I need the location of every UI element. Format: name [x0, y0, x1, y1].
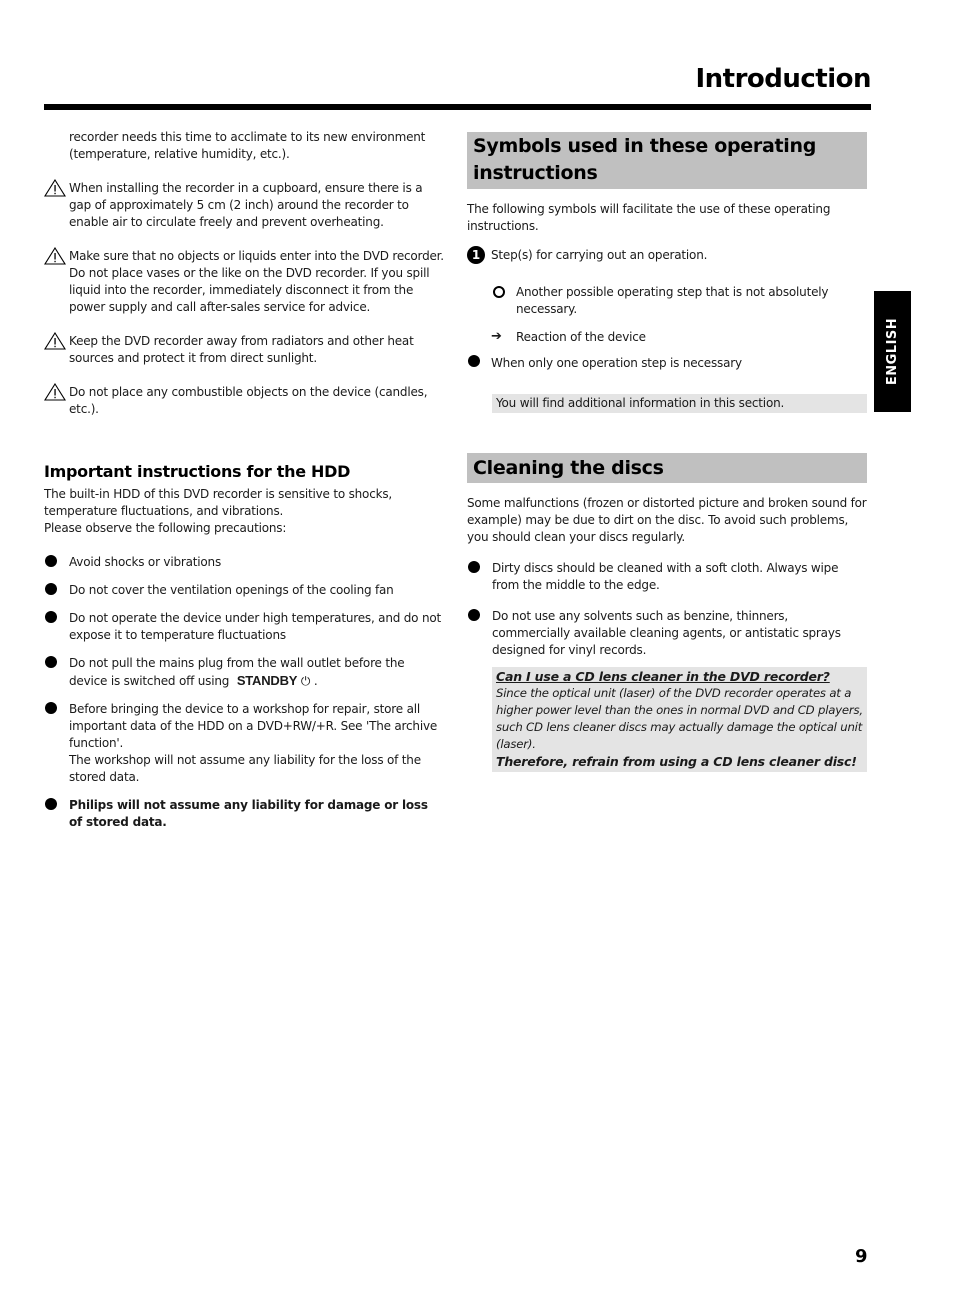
language-tab-label: ENGLISH: [885, 317, 901, 386]
left-column: recorder needs this time to acclimate to…: [44, 129, 444, 831]
list-item-text: Before bringing the device to a workshop…: [69, 702, 438, 750]
symbol-single-text: When only one operation step is necessar…: [491, 356, 742, 370]
bullet-icon: [45, 798, 57, 810]
language-tab: ENGLISH: [874, 291, 911, 412]
warning-triangle-icon: [44, 332, 66, 350]
list-item: Do not operate the device under high tem…: [44, 610, 444, 644]
info-box: You will find additional information in …: [492, 394, 867, 413]
bullet-icon: [45, 583, 57, 595]
page-title: Introduction: [695, 64, 871, 94]
step-number-icon: 1: [467, 246, 485, 264]
hdd-section: Important instructions for the HDD The b…: [44, 462, 444, 831]
bullet-icon: [468, 609, 480, 621]
warning-item: Make sure that no objects or liquids ent…: [44, 247, 444, 316]
warning-item: Keep the DVD recorder away from radiator…: [44, 332, 444, 367]
list-item: Avoid shocks or vibrations: [44, 554, 444, 571]
standby-key-label: STANDBY: [236, 673, 298, 688]
warning-text: Make sure that no objects or liquids ent…: [69, 249, 444, 314]
list-item-text: Do not operate the device under high tem…: [69, 611, 441, 642]
hdd-heading: Important instructions for the HDD: [44, 462, 351, 481]
warning-triangle-icon: [44, 179, 66, 197]
bullet-icon: [468, 355, 480, 367]
list-item: Do not use any solvents such as benzine,…: [467, 608, 867, 659]
qa-conclusion: Therefore, refrain from using a CD lens …: [496, 754, 857, 769]
page-number: 9: [855, 1246, 868, 1267]
symbol-step: 1 Step(s) for carrying out an operation.: [467, 246, 867, 264]
ring-icon: [493, 286, 505, 298]
list-item-text: Avoid shocks or vibrations: [69, 555, 221, 569]
hdd-intro-line: The built-in HDD of this DVD recorder is…: [44, 487, 393, 518]
list-item-suffix: .: [310, 674, 318, 688]
intro-continuation: recorder needs this time to acclimate to…: [69, 130, 426, 161]
symbol-optional: Another possible operating step that is …: [467, 284, 867, 318]
symbol-reaction: ➔ Reaction of the device: [467, 329, 867, 346]
warning-triangle-icon: [44, 247, 66, 265]
cleaning-list: Dirty discs should be cleaned with a sof…: [467, 560, 867, 659]
symbol-optional-text: Another possible operating step that is …: [516, 285, 829, 316]
bullet-icon: [45, 702, 57, 714]
list-item-text-continued: The workshop will not assume any liabili…: [69, 753, 421, 784]
list-item: Dirty discs should be cleaned with a sof…: [467, 560, 867, 594]
warning-triangle-icon: [44, 383, 66, 401]
warning-item: Do not place any combustible objects on …: [44, 383, 444, 418]
right-column: Symbols used in these operating instruct…: [467, 132, 867, 772]
qa-answer: Since the optical unit (laser) of the DV…: [496, 686, 863, 751]
warning-text: When installing the recorder in a cupboa…: [69, 181, 423, 229]
list-item-text: Philips will not assume any liability fo…: [69, 798, 428, 829]
cleaning-intro: Some malfunctions (frozen or distorted p…: [467, 496, 867, 544]
symbol-reaction-text: Reaction of the device: [516, 330, 646, 344]
hdd-precautions-list: Avoid shocks or vibrations Do not cover …: [44, 554, 444, 831]
warning-text: Keep the DVD recorder away from radiator…: [69, 334, 414, 365]
qa-question: Can I use a CD lens cleaner in the DVD r…: [496, 669, 830, 684]
warning-item: When installing the recorder in a cupboa…: [44, 179, 444, 231]
bullet-icon: [468, 561, 480, 573]
bullet-icon: [45, 656, 57, 668]
title-rule: [44, 104, 871, 110]
bullet-icon: [45, 611, 57, 623]
cleaning-heading: Cleaning the discs: [467, 453, 867, 483]
warning-text: Do not place any combustible objects on …: [69, 385, 428, 416]
list-item: Before bringing the device to a workshop…: [44, 701, 444, 786]
arrow-right-icon: ➔: [491, 329, 502, 344]
symbol-step-text: Step(s) for carrying out an operation.: [491, 248, 708, 262]
list-item-text: Do not use any solvents such as benzine,…: [492, 609, 841, 657]
hdd-intro-line: Please observe the following precautions…: [44, 521, 287, 535]
list-item-text: Dirty discs should be cleaned with a sof…: [492, 561, 839, 592]
symbols-heading: Symbols used in these operating instruct…: [467, 132, 867, 189]
qa-box: Can I use a CD lens cleaner in the DVD r…: [492, 667, 867, 772]
symbol-single: When only one operation step is necessar…: [467, 355, 867, 372]
list-item: Do not cover the ventilation openings of…: [44, 582, 444, 599]
bullet-icon: [45, 555, 57, 567]
power-icon: ⏻: [300, 674, 311, 688]
symbols-intro: The following symbols will facilitate th…: [467, 202, 831, 233]
list-item: Do not pull the mains plug from the wall…: [44, 655, 444, 690]
list-item: Philips will not assume any liability fo…: [44, 797, 444, 831]
list-item-text: Do not cover the ventilation openings of…: [69, 583, 394, 597]
